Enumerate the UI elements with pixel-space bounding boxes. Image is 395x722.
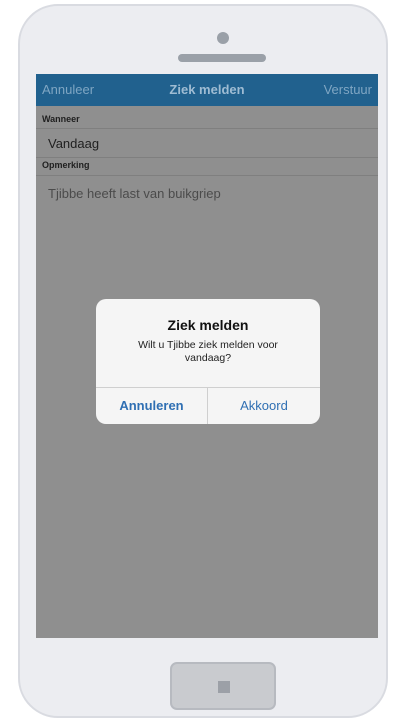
nav-send-button[interactable]: Verstuur [324, 82, 372, 97]
alert-message: Wilt u Tjibbe ziek melden voor vandaag? [116, 339, 300, 365]
divider [36, 128, 378, 129]
alert-ok-button[interactable]: Akkoord [208, 388, 320, 424]
alert-title: Ziek melden [167, 317, 249, 333]
camera-icon [217, 32, 229, 44]
home-button[interactable] [170, 662, 276, 710]
phone-screen: Annuleer Ziek melden Verstuur Wanneer Va… [36, 74, 378, 638]
remark-section-label: Opmerking [42, 160, 90, 170]
divider [36, 157, 378, 158]
stage: Annuleer Ziek melden Verstuur Wanneer Va… [0, 0, 395, 722]
divider [36, 175, 378, 176]
navigation-bar: Annuleer Ziek melden Verstuur [36, 74, 378, 106]
when-field[interactable]: Vandaag [48, 136, 99, 151]
alert-message-line: Wilt u Tjibbe ziek melden voor [138, 339, 278, 351]
remark-field[interactable]: Tjibbe heeft last van buikgriep [48, 186, 221, 201]
alert-message-line: vandaag? [184, 352, 232, 364]
speaker-icon [178, 54, 266, 62]
alert-dialog: Ziek melden Wilt u Tjibbe ziek melden vo… [96, 299, 320, 424]
when-section-label: Wanneer [42, 114, 80, 124]
home-square-icon [218, 681, 230, 693]
alert-cancel-button[interactable]: Annuleren [96, 388, 207, 424]
